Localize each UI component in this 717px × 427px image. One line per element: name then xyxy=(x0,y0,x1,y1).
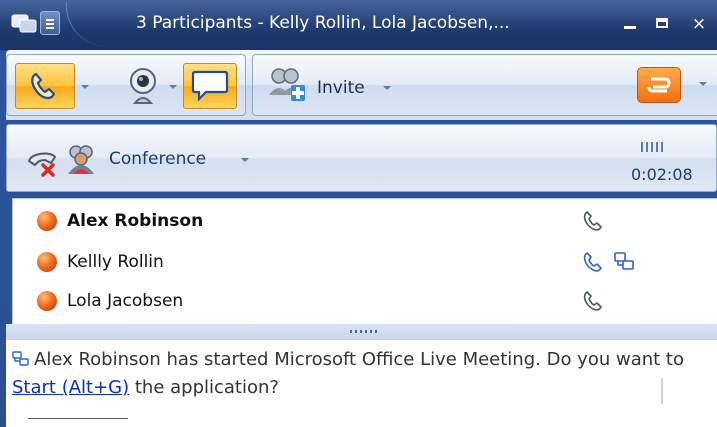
phone-icon xyxy=(583,252,602,272)
invite-label: Invite xyxy=(317,78,365,98)
text-caret xyxy=(661,378,663,404)
conference-bar: Conference 0:02:08 xyxy=(6,124,717,192)
webcam-dropdown-arrow-icon[interactable] xyxy=(169,85,177,89)
participant-name: Alex Robinson xyxy=(67,211,204,231)
start-application-link[interactable]: Start (Alt+G) xyxy=(12,377,129,398)
maximize-button[interactable] xyxy=(652,14,674,34)
media-toolbar-group xyxy=(6,54,246,116)
presence-status-icon xyxy=(37,291,57,311)
window-menu-button[interactable] xyxy=(40,11,60,35)
conversation-window: 3 Participants - Kelly Rollin, Lola Jaco… xyxy=(0,0,717,427)
desktop-share-icon xyxy=(614,252,634,270)
invite-dropdown-arrow-icon[interactable] xyxy=(383,86,391,90)
invite-button[interactable]: Invite xyxy=(259,65,409,107)
more-options-dropdown-arrow-icon[interactable] xyxy=(699,82,707,86)
participant-row[interactable]: Alex Robinson xyxy=(13,203,717,241)
participants-icon[interactable] xyxy=(65,142,97,176)
communicator-app-icon[interactable] xyxy=(10,12,38,36)
participant-name: Lola Jacobsen xyxy=(67,291,184,311)
message-text-part2: the application? xyxy=(129,377,279,398)
live-meeting-icon xyxy=(647,77,671,93)
participant-row[interactable]: Lola Jacobsen xyxy=(13,283,717,321)
desktop-share-icon xyxy=(12,351,29,366)
hang-up-icon[interactable] xyxy=(25,143,59,177)
conference-menu-label[interactable]: Conference xyxy=(109,149,206,169)
maximize-icon xyxy=(656,18,668,28)
message-separator xyxy=(28,418,128,419)
participant-name: Kellly Rollin xyxy=(67,252,164,272)
title-bar[interactable]: 3 Participants - Kelly Rollin, Lola Jaco… xyxy=(0,0,717,50)
participant-row[interactable]: Kellly Rollin xyxy=(13,244,717,282)
participant-list: Alex Robinson Kellly Rollin Lola Jacobse… xyxy=(12,198,717,325)
splitter-grip-icon[interactable] xyxy=(350,330,378,333)
call-timer: 0:02:08 xyxy=(631,165,693,184)
webcam-icon[interactable] xyxy=(119,63,167,109)
minimize-button[interactable] xyxy=(618,14,640,34)
phone-dropdown-arrow-icon[interactable] xyxy=(81,85,89,89)
phone-icon xyxy=(583,291,602,311)
chat-bubble-icon xyxy=(191,70,229,102)
pane-splitter[interactable] xyxy=(6,324,717,340)
call-quality-icon xyxy=(641,142,663,152)
message-text-part1: Alex Robinson has started Microsoft Offi… xyxy=(34,349,684,370)
window-title: 3 Participants - Kelly Rollin, Lola Jaco… xyxy=(136,13,510,33)
close-button[interactable]: × xyxy=(688,14,710,34)
conversation-history: Alex Robinson has started Microsoft Offi… xyxy=(6,340,717,427)
minimize-icon xyxy=(624,26,636,29)
title-divider xyxy=(66,2,137,46)
phone-icon xyxy=(31,72,56,100)
presence-status-icon xyxy=(37,211,57,231)
presence-status-icon xyxy=(37,252,57,272)
instant-message-button[interactable] xyxy=(183,63,237,109)
phone-icon xyxy=(583,211,602,231)
invite-toolbar-group: Invite xyxy=(252,54,717,116)
phone-button[interactable] xyxy=(15,63,75,109)
system-message: Alex Robinson has started Microsoft Offi… xyxy=(12,346,712,402)
main-toolbar: Invite xyxy=(6,50,717,120)
live-meeting-button[interactable] xyxy=(637,67,681,103)
add-participants-icon xyxy=(269,68,305,101)
conference-dropdown-arrow-icon[interactable] xyxy=(241,158,249,162)
